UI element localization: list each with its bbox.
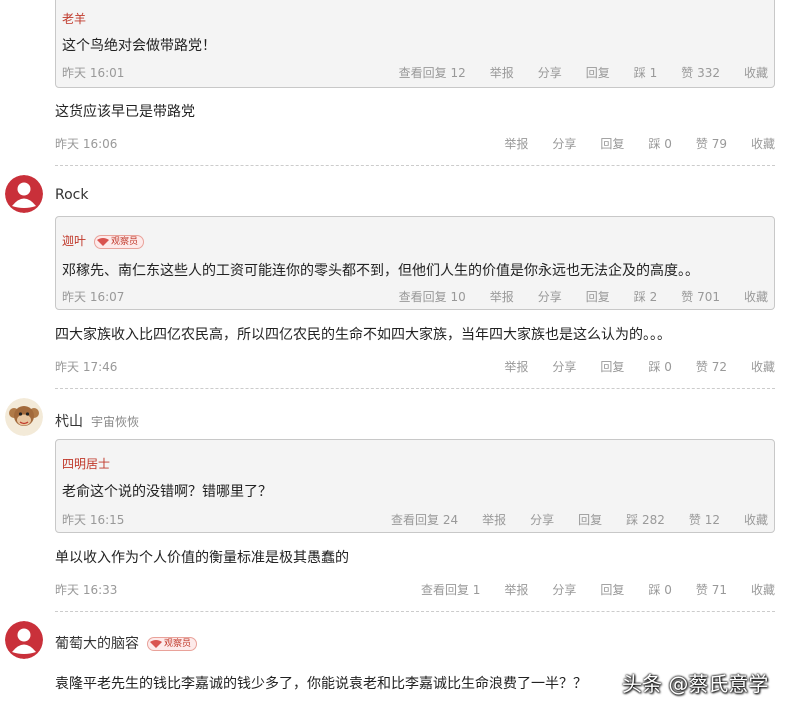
fan-icon bbox=[150, 640, 162, 648]
comment-actions: 举报 分享 回复 踩 0 赞 79 收藏 bbox=[480, 135, 775, 152]
comment-time: 昨天 16:06 bbox=[55, 137, 118, 151]
username-row: 葡萄大的脑容 观察员 bbox=[55, 633, 198, 653]
quoted-comment: 四明居士 老俞这个说的没错啊？错哪里了？ 昨天 16:15 查看回复 24 举报… bbox=[55, 439, 775, 533]
favorite-button[interactable]: 收藏 bbox=[751, 581, 775, 598]
avatar-default[interactable] bbox=[5, 175, 43, 213]
reply-button[interactable]: 回复 bbox=[600, 135, 624, 152]
like-button[interactable]: 赞 701 bbox=[681, 288, 720, 305]
quote-author[interactable]: 四明居士 bbox=[62, 455, 110, 472]
report-button[interactable]: 举报 bbox=[504, 358, 528, 375]
username-row: 杙山 宇宙恢恢 bbox=[55, 411, 139, 431]
comment-text: 这货应该早已是带路党 bbox=[55, 104, 195, 120]
reply-button[interactable]: 回复 bbox=[586, 64, 610, 81]
quote-author[interactable]: 迦叶 bbox=[62, 234, 86, 248]
avatar-default[interactable] bbox=[5, 621, 43, 659]
favorite-button[interactable]: 收藏 bbox=[751, 135, 775, 152]
quoted-comment: 迦叶 观察员 邓稼先、南仁东这些人的工资可能连你的零头都不到，但他们人生的价值是你… bbox=[55, 216, 775, 310]
share-button[interactable]: 分享 bbox=[552, 135, 576, 152]
view-replies-button[interactable]: 查看回复 12 bbox=[399, 64, 466, 81]
comment-divider bbox=[55, 388, 775, 389]
like-button[interactable]: 赞 71 bbox=[696, 581, 727, 598]
quote-time: 昨天 16:01 bbox=[62, 66, 125, 80]
username[interactable]: 杙山 bbox=[55, 414, 83, 430]
dislike-button[interactable]: 踩 282 bbox=[626, 511, 665, 528]
favorite-button[interactable]: 收藏 bbox=[744, 64, 768, 81]
report-button[interactable]: 举报 bbox=[504, 135, 528, 152]
dislike-button[interactable]: 踩 0 bbox=[648, 135, 671, 152]
reply-button[interactable]: 回复 bbox=[586, 288, 610, 305]
comment-time: 昨天 16:33 bbox=[55, 583, 118, 597]
comment-text: 单以收入作为个人价值的衡量标准是极其愚蠢的 bbox=[55, 550, 349, 566]
username[interactable]: 葡萄大的脑容 bbox=[55, 636, 139, 652]
quote-actions: 查看回复 10 举报 分享 回复 踩 2 赞 701 收藏 bbox=[375, 288, 768, 305]
report-button[interactable]: 举报 bbox=[504, 581, 528, 598]
comment-divider bbox=[55, 165, 775, 166]
dislike-button[interactable]: 踩 0 bbox=[648, 581, 671, 598]
quote-time: 昨天 16:15 bbox=[62, 513, 125, 527]
monkey-avatar-icon bbox=[5, 398, 43, 436]
fan-icon bbox=[97, 237, 110, 246]
view-replies-button[interactable]: 查看回复 24 bbox=[391, 511, 458, 528]
user-default-icon bbox=[5, 175, 43, 213]
reply-button[interactable]: 回复 bbox=[600, 581, 624, 598]
quote-actions: 查看回复 12 举报 分享 回复 踩 1 赞 332 收藏 bbox=[375, 64, 768, 81]
quote-time: 昨天 16:07 bbox=[62, 290, 125, 304]
comment-text: 四大家族收入比四亿农民高，所以四亿农民的生命不如四大家族，当年四大家族也是这么认… bbox=[55, 327, 671, 343]
view-replies-button[interactable]: 查看回复 1 bbox=[421, 581, 480, 598]
user-default-icon bbox=[5, 621, 43, 659]
quote-text: 邓稼先、南仁东这些人的工资可能连你的零头都不到，但他们人生的价值是你永远也无法企… bbox=[62, 263, 699, 279]
dislike-button[interactable]: 踩 2 bbox=[634, 288, 657, 305]
comment-divider bbox=[55, 611, 775, 612]
like-button[interactable]: 赞 12 bbox=[689, 511, 720, 528]
comment-actions: 查看回复 1 举报 分享 回复 踩 0 赞 71 收藏 bbox=[397, 581, 775, 598]
badge-label: 观察员 bbox=[164, 639, 192, 649]
favorite-button[interactable]: 收藏 bbox=[744, 511, 768, 528]
like-button[interactable]: 赞 79 bbox=[696, 135, 727, 152]
favorite-button[interactable]: 收藏 bbox=[751, 358, 775, 375]
view-replies-button[interactable]: 查看回复 10 bbox=[399, 288, 466, 305]
dislike-button[interactable]: 踩 0 bbox=[648, 358, 671, 375]
quote-author-row: 迦叶 观察员 bbox=[62, 232, 145, 249]
reply-button[interactable]: 回复 bbox=[600, 358, 624, 375]
reply-button[interactable]: 回复 bbox=[578, 511, 602, 528]
report-button[interactable]: 举报 bbox=[490, 288, 514, 305]
dislike-button[interactable]: 踩 1 bbox=[634, 64, 657, 81]
report-button[interactable]: 举报 bbox=[490, 64, 514, 81]
observer-badge: 观察员 bbox=[94, 234, 145, 249]
user-subtitle: 宇宙恢恢 bbox=[91, 415, 140, 429]
quote-actions: 查看回复 24 举报 分享 回复 踩 282 赞 12 收藏 bbox=[367, 511, 768, 528]
quote-text: 老俞这个说的没错啊？错哪里了？ bbox=[62, 484, 272, 500]
comment-text: 袁隆平老先生的钱比李嘉诚的钱少多了，你能说袁老和比李嘉诚比生命浪费了一半？？ bbox=[55, 676, 587, 692]
watermark: 头条 @蔡氏意学 bbox=[622, 672, 769, 696]
share-button[interactable]: 分享 bbox=[552, 581, 576, 598]
like-button[interactable]: 赞 72 bbox=[696, 358, 727, 375]
share-button[interactable]: 分享 bbox=[552, 358, 576, 375]
report-button[interactable]: 举报 bbox=[482, 511, 506, 528]
quoted-comment: 老羊 这个鸟绝对会做带路党！ 昨天 16:01 查看回复 12 举报 分享 回复… bbox=[55, 0, 775, 88]
share-button[interactable]: 分享 bbox=[530, 511, 554, 528]
favorite-button[interactable]: 收藏 bbox=[744, 288, 768, 305]
comment-actions: 举报 分享 回复 踩 0 赞 72 收藏 bbox=[480, 358, 775, 375]
badge-label: 观察员 bbox=[111, 236, 139, 247]
username[interactable]: Rock bbox=[55, 187, 88, 203]
like-button[interactable]: 赞 332 bbox=[681, 64, 720, 81]
observer-badge: 观察员 bbox=[147, 637, 198, 651]
quote-text: 这个鸟绝对会做带路党！ bbox=[62, 38, 216, 54]
share-button[interactable]: 分享 bbox=[538, 64, 562, 81]
comment-time: 昨天 17:46 bbox=[55, 360, 118, 374]
share-button[interactable]: 分享 bbox=[538, 288, 562, 305]
avatar-monkey[interactable] bbox=[5, 398, 43, 436]
quote-author[interactable]: 老羊 bbox=[62, 10, 86, 27]
